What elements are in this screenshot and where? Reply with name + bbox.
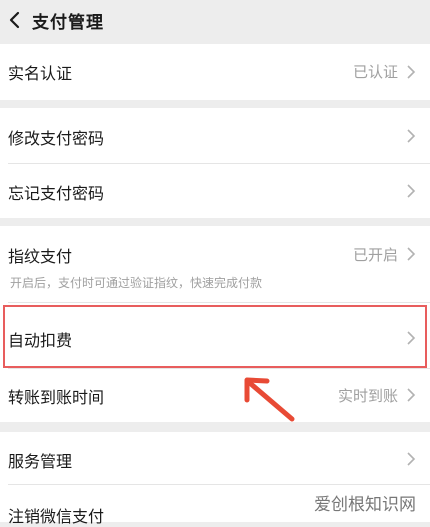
chevron-right-icon xyxy=(407,65,416,79)
chevron-right-icon xyxy=(407,452,416,466)
row-service-management[interactable]: 服务管理 xyxy=(0,432,430,484)
row-value: 实时到账 xyxy=(337,387,398,405)
chevron-right-icon xyxy=(407,184,416,198)
pointer-arrow-icon xyxy=(244,377,295,422)
row-label: 修改支付密码 xyxy=(8,129,105,148)
row-label: 指纹支付 xyxy=(8,247,73,266)
row-change-password[interactable]: 修改支付密码 xyxy=(0,108,430,163)
chevron-right-icon xyxy=(407,388,416,402)
highlight-box xyxy=(3,305,427,368)
row-label: 服务管理 xyxy=(8,452,73,471)
header: 支付管理 xyxy=(0,0,430,40)
row-forgot-password[interactable]: 忘记支付密码 xyxy=(0,164,430,218)
back-arrow-icon[interactable] xyxy=(6,10,24,30)
chevron-right-icon xyxy=(407,247,416,261)
group-password: 修改支付密码 忘记支付密码 xyxy=(0,108,430,218)
row-value: 已认证 xyxy=(352,63,398,81)
row-transfer-time[interactable]: 转账到账时间 实时到账 xyxy=(0,369,430,422)
row-description: 开启后，支付时可通过验证指纹，快速完成付款 xyxy=(10,276,263,290)
page-title: 支付管理 xyxy=(32,13,104,33)
chevron-right-icon xyxy=(407,129,416,143)
row-label: 注销微信支付 xyxy=(8,507,105,526)
row-label: 转账到账时间 xyxy=(8,388,105,407)
row-value: 已开启 xyxy=(352,246,398,264)
row-label: 忘记支付密码 xyxy=(8,184,105,203)
row-label: 实名认证 xyxy=(8,64,73,83)
row-realname-verification[interactable]: 实名认证 已认证 xyxy=(0,44,430,100)
row-fingerprint-pay[interactable]: 指纹支付 已开启 开启后，支付时可通过验证指纹，快速完成付款 xyxy=(0,226,430,302)
watermark: 爱创根知识网 xyxy=(314,495,416,515)
divider xyxy=(8,302,430,303)
group-identity: 实名认证 已认证 xyxy=(0,44,430,100)
